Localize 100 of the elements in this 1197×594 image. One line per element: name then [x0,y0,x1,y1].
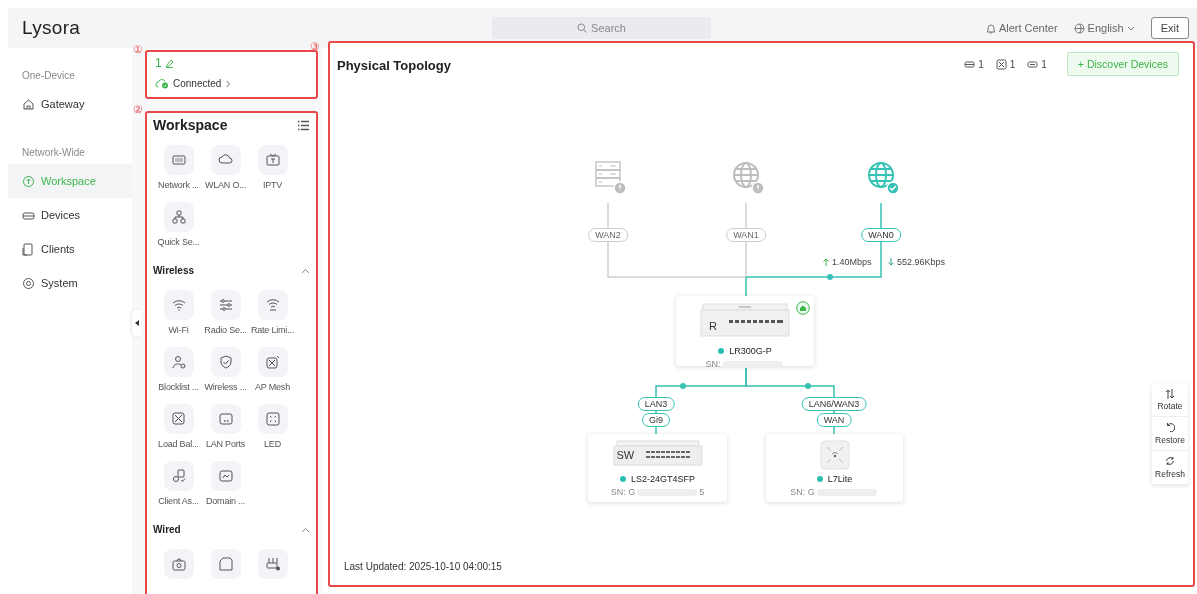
serial-number: SN: [705,359,785,369]
switch-icon [1027,58,1039,70]
gateway-card[interactable]: R LR300G-P SN: [676,296,814,366]
sliders-icon [217,297,234,313]
workspace-tile[interactable]: AP Mesh [249,347,296,392]
list-icon[interactable] [297,119,310,131]
sidebar-item[interactable]: Clients [8,232,132,266]
globe-icon [1073,22,1085,34]
gear-icon [22,276,35,290]
refresh-icon [1165,456,1175,467]
port-label: WAN2 [588,228,628,242]
workspace-tile[interactable]: Radio Se... [202,290,249,335]
sidebar-item[interactable]: Devices [8,198,132,232]
device-count: 1 [978,58,984,70]
port-label: Gi9 [642,413,670,427]
device-card[interactable]: L7Lite SN: G [766,434,903,502]
chevron-up-icon[interactable] [301,526,310,533]
workspace-tile[interactable] [257,549,288,579]
serial-number: SN: G 5 [610,487,705,497]
tool-button[interactable]: Restore [1152,417,1188,451]
link-dot [680,383,686,389]
device-type-label: R [709,320,717,332]
tv-icon [264,152,281,168]
chevron-down-icon [1126,25,1135,31]
workspace-tile[interactable]: Load Bal... [155,404,202,449]
chevron-up-icon[interactable] [301,267,310,274]
phone-icon [22,242,35,256]
house-icon [22,97,35,111]
section-label: Network-Wide [21,146,86,160]
device-count: 1 [1009,58,1016,70]
info-circle-icon [22,174,35,188]
link-dot [805,383,811,389]
router-icon [964,58,976,70]
collapse-handle[interactable] [132,310,141,336]
annotation-number: ① [133,43,143,56]
device-type-label: SW [616,449,635,461]
section-label: One-Device [21,69,76,83]
sidebar-item[interactable]: System [8,266,132,300]
hierarchy-icon [170,209,187,225]
sidebar-item[interactable]: Gateway [8,87,132,121]
exit-button[interactable]: Exit [1150,17,1189,39]
arrow-up-icon [823,258,829,266]
group-title: Wireless [153,265,195,276]
logo: Lysora [22,17,82,39]
arrow-down-icon [888,258,894,266]
workspace-tile[interactable]: IPTV [249,145,296,190]
caret-left-icon [134,320,139,326]
device-name: LR300G-P [729,346,772,356]
device-name: LS2-24GT4SFP [631,474,695,484]
last-updated-text: Last Updated: 2025-10-10 04:00:15 [344,561,502,572]
language-dropdown[interactable]: English [1073,22,1135,34]
lan-port-icon [217,411,234,427]
upload-speed: 1.40Mbps [823,257,872,267]
workspace-tile[interactable] [210,549,241,579]
workspace-tile[interactable]: Wi-Fi [155,290,202,335]
device-name: L7Lite [827,474,853,484]
group-title: Wired [153,524,181,535]
annotation-number: ③ [310,40,320,53]
tool-button[interactable]: Refresh [1152,451,1188,485]
alert-center-link[interactable]: Alert Center [985,22,1058,34]
workspace-tile[interactable]: Network ... [155,145,202,190]
port-label: WAN [816,413,852,427]
annotation-number: ② [133,103,143,116]
network-icon [170,152,187,168]
link-dot [827,274,833,280]
workspace-tile[interactable]: LAN Ports [202,404,249,449]
workspace-tile[interactable]: Quick Se... [155,202,202,247]
workspace-tile[interactable]: LED [249,404,296,449]
device-count: 1 [155,56,162,70]
wifi-icon [170,297,187,313]
home-badge-icon [796,301,810,315]
workspace-tile[interactable]: WLAN O... [202,145,249,190]
workspace-tile[interactable]: Blocklist ... [155,347,202,392]
connection-status-link[interactable]: Connected [155,78,308,89]
device-count: 1 [1041,58,1047,70]
rotate-icon [1165,388,1175,399]
device-card[interactable]: SW LS2-24GT4SFP SN: G 5 [588,434,727,502]
workspace-tile[interactable]: Domain ... [202,461,249,506]
port-label: LAN6/WAN3 [801,397,867,411]
workspace-tile[interactable]: Wireless ... [202,347,249,392]
shield-check-icon [217,354,234,370]
workspace-tile[interactable] [163,549,194,579]
bell-icon [985,22,996,34]
chevron-right-icon [225,79,232,88]
port-label: WAN0 [861,228,901,242]
search-icon [577,23,588,33]
cloud-check-icon [155,78,169,89]
tool-button[interactable]: Rotate [1152,383,1188,417]
user-block-icon [170,354,187,370]
panel-title: Physical Topology [337,58,451,73]
workspace-tile[interactable]: Rate Limi... [249,290,296,335]
restore-icon [1165,422,1175,433]
router-icon [264,556,281,572]
client-devices-icon [170,468,187,484]
camera-icon [170,556,187,572]
workspace-tile[interactable]: Client As... [155,461,202,506]
edit-icon[interactable] [164,58,174,68]
port-label: WAN1 [726,228,766,242]
download-speed: 552.96Kbps [888,257,946,267]
serial-number: SN: G [790,487,879,497]
